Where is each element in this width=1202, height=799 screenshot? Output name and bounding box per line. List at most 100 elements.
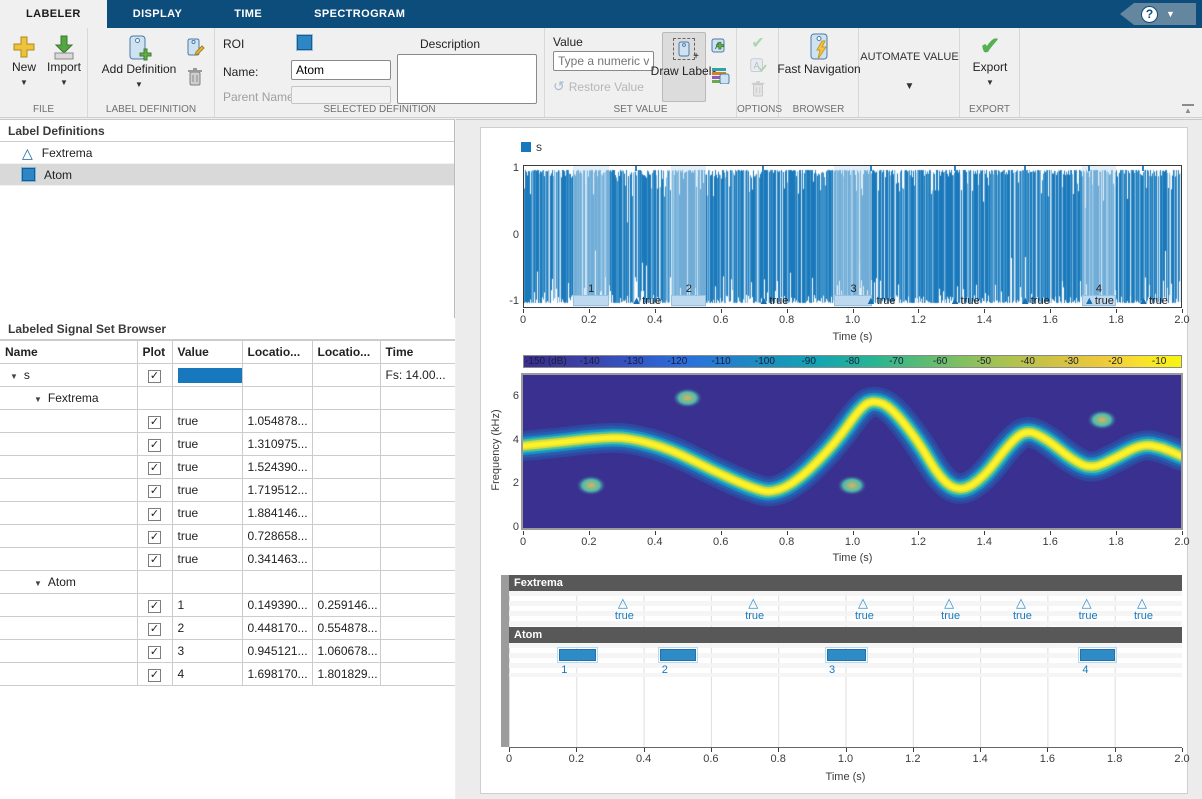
- table-row[interactable]: ✓true1.310975...: [0, 433, 455, 456]
- edit-definition-button[interactable]: [184, 36, 206, 58]
- label-viewer[interactable]: Fextrema △true△true△true△true△true△true△…: [509, 575, 1182, 747]
- atom-marker-row[interactable]: 1234: [509, 643, 1182, 677]
- label-colors-button[interactable]: [709, 64, 731, 86]
- row-expander-icon[interactable]: ▼: [34, 395, 42, 404]
- export-check-icon: ✔: [980, 34, 1000, 60]
- table-row[interactable]: ✓true1.524390...: [0, 456, 455, 479]
- plot-checkbox[interactable]: ✓: [148, 600, 161, 613]
- plot-checkbox[interactable]: ✓: [148, 646, 161, 659]
- band-header-fextrema[interactable]: Fextrema: [509, 575, 1182, 591]
- panel-splitter[interactable]: [456, 119, 480, 799]
- fast-navigation-button[interactable]: Fast Navigation: [785, 32, 853, 76]
- group-selected-definition-caption: SELECTED DEFINITION: [215, 104, 544, 115]
- plot-checkbox[interactable]: ✓: [148, 508, 161, 521]
- colorbar-tick-label: -120: [667, 356, 687, 367]
- table-row[interactable]: ✓true1.884146...: [0, 502, 455, 525]
- automate-value-button[interactable]: AUTOMATE VALUE ▼: [859, 28, 960, 116]
- automate-value-dropdown-icon[interactable]: ▼: [905, 80, 915, 94]
- collapse-ribbon-button[interactable]: ▲: [1182, 104, 1194, 113]
- fextrema-marker-icon[interactable]: ▲: [866, 296, 877, 307]
- fextrema-viewer-marker-icon[interactable]: △: [858, 596, 868, 609]
- import-dropdown-icon[interactable]: ▼: [60, 76, 68, 90]
- table-row[interactable]: ✓10.149390...0.259146...: [0, 594, 455, 617]
- atom-roi-strip[interactable]: [573, 295, 609, 306]
- plot-checkbox[interactable]: ✓: [148, 439, 161, 452]
- fextrema-marker-icon[interactable]: ▲: [950, 296, 961, 307]
- spectrogram-plot[interactable]: [521, 373, 1183, 530]
- atom-roi-strip[interactable]: [671, 295, 706, 306]
- import-button[interactable]: Import ▼: [44, 34, 84, 90]
- new-button[interactable]: New ▼: [6, 34, 42, 90]
- atom-viewer-roi[interactable]: [827, 649, 866, 661]
- axis-tick: [1182, 309, 1183, 313]
- table-row[interactable]: ✓true1.719512...: [0, 479, 455, 502]
- row-expander-icon[interactable]: ▼: [34, 579, 42, 588]
- fextrema-marker-icon[interactable]: ▲: [758, 296, 769, 307]
- fextrema-viewer-marker-icon[interactable]: △: [944, 596, 954, 609]
- fextrema-viewer-marker-icon[interactable]: △: [1082, 596, 1092, 609]
- tab-time[interactable]: TIME: [208, 0, 288, 28]
- location2-cell: 1.801829...: [312, 663, 380, 686]
- atom-viewer-roi[interactable]: [660, 649, 696, 661]
- description-field[interactable]: [397, 54, 537, 104]
- fextrema-marker-icon[interactable]: ▲: [631, 296, 642, 307]
- roi-color-swatch[interactable]: [297, 35, 312, 50]
- col-location1[interactable]: Locatio...: [242, 341, 312, 364]
- atom-viewer-roi[interactable]: [1080, 649, 1115, 661]
- atom-viewer-roi[interactable]: [559, 649, 596, 661]
- band-header-atom[interactable]: Atom: [509, 627, 1182, 643]
- export-dropdown-icon[interactable]: ▼: [986, 76, 994, 90]
- plot-checkbox[interactable]: ✓: [148, 370, 161, 383]
- new-dropdown-icon[interactable]: ▼: [20, 76, 28, 90]
- signal-plot[interactable]: 1234▲true▲true▲true▲true▲true▲true▲true: [523, 165, 1182, 308]
- fextrema-viewer-marker-icon[interactable]: △: [618, 596, 628, 609]
- plot-checkbox[interactable]: ✓: [148, 485, 161, 498]
- tab-labeler[interactable]: LABELER: [0, 0, 107, 28]
- add-definition-button[interactable]: Add Definition ▼: [96, 34, 182, 92]
- fextrema-viewer-marker-icon[interactable]: △: [1016, 596, 1026, 609]
- fextrema-marker-row[interactable]: △true△true△true△true△true△true△true: [509, 591, 1182, 627]
- label-definition-item-atom[interactable]: Atom: [0, 164, 454, 186]
- table-row[interactable]: ✓true0.341463...: [0, 548, 455, 571]
- draw-labels-toggle[interactable]: + Draw Labels: [662, 32, 706, 102]
- name-field[interactable]: [291, 60, 391, 80]
- fextrema-viewer-marker-icon[interactable]: △: [1137, 596, 1147, 609]
- location1-cell: [242, 364, 312, 387]
- fextrema-marker-icon[interactable]: ▲: [1084, 296, 1095, 307]
- help-icon[interactable]: ?: [1141, 6, 1158, 23]
- table-row[interactable]: ✓true0.728658...: [0, 525, 455, 548]
- tab-display[interactable]: DISPLAY: [107, 0, 208, 28]
- value-input[interactable]: [553, 51, 654, 71]
- fextrema-marker-icon[interactable]: ▲: [1020, 296, 1031, 307]
- plot-checkbox[interactable]: ✓: [148, 416, 161, 429]
- col-value[interactable]: Value: [172, 341, 242, 364]
- table-row[interactable]: ✓41.698170...1.801829...: [0, 663, 455, 686]
- plot-checkbox[interactable]: ✓: [148, 531, 161, 544]
- tab-spectrogram[interactable]: SPECTROGRAM: [288, 0, 431, 28]
- plot-checkbox[interactable]: ✓: [148, 554, 161, 567]
- table-row[interactable]: ✓30.945121...1.060678...: [0, 640, 455, 663]
- plot-checkbox[interactable]: ✓: [148, 623, 161, 636]
- col-location2[interactable]: Locatio...: [312, 341, 380, 364]
- col-time[interactable]: Time: [380, 341, 455, 364]
- export-button[interactable]: ✔ Export ▼: [968, 34, 1012, 90]
- help-button[interactable]: ? ▼: [1120, 3, 1196, 25]
- fextrema-marker-icon[interactable]: ▲: [1138, 296, 1149, 307]
- table-row[interactable]: ▼s✓Fs: 14.00...: [0, 364, 455, 387]
- add-definition-dropdown-icon[interactable]: ▼: [135, 78, 143, 92]
- plot-canvas[interactable]: s 1234▲true▲true▲true▲true▲true▲true▲tru…: [480, 127, 1188, 794]
- table-row[interactable]: ✓true1.054878...: [0, 410, 455, 433]
- plot-checkbox[interactable]: ✓: [148, 462, 161, 475]
- table-row[interactable]: ✓20.448170...0.554878...: [0, 617, 455, 640]
- label-definition-item-fextrema[interactable]: △ Fextrema: [0, 142, 454, 164]
- auto-value-function-button[interactable]: A: [709, 36, 731, 58]
- fextrema-viewer-marker-icon[interactable]: △: [748, 596, 758, 609]
- label-viewer-scrollbar[interactable]: [501, 575, 509, 747]
- plot-checkbox[interactable]: ✓: [148, 669, 161, 682]
- col-plot[interactable]: Plot: [137, 341, 172, 364]
- delete-definition-button[interactable]: [184, 66, 206, 88]
- table-row[interactable]: ▼Fextrema: [0, 387, 455, 410]
- col-name[interactable]: Name: [0, 341, 137, 364]
- row-expander-icon[interactable]: ▼: [10, 372, 18, 381]
- table-row[interactable]: ▼Atom: [0, 571, 455, 594]
